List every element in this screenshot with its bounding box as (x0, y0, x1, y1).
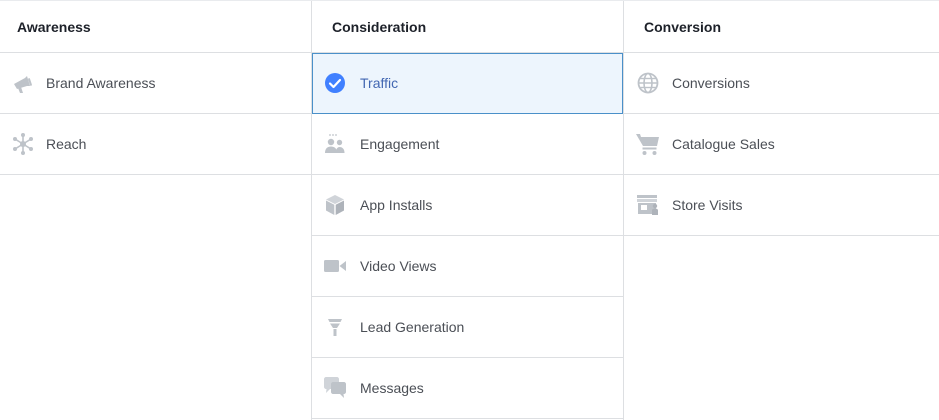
conversion-header: Conversion (624, 1, 939, 53)
objective-video-views[interactable]: Video Views (312, 236, 623, 297)
shopping-cart-icon (635, 131, 661, 157)
objective-label: Traffic (360, 75, 399, 91)
objective-catalogue-sales[interactable]: Catalogue Sales (624, 114, 939, 175)
box-icon (322, 192, 348, 218)
conversion-column: Conversion Conversions Catalogue Sales S… (624, 1, 939, 420)
consideration-column: Consideration Traffic Engagement App Ins… (311, 1, 624, 420)
objective-label: App Installs (360, 197, 433, 213)
check-circle-icon (322, 70, 348, 96)
network-icon (10, 131, 36, 157)
objective-label: Brand Awareness (46, 75, 156, 91)
objective-label: Conversions (672, 75, 750, 91)
consideration-header: Consideration (312, 1, 623, 53)
objective-label: Video Views (360, 258, 437, 274)
objective-label: Catalogue Sales (672, 136, 775, 152)
objective-reach[interactable]: Reach (0, 114, 311, 175)
objective-store-visits[interactable]: Store Visits (624, 175, 939, 236)
awareness-header: Awareness (0, 1, 311, 53)
people-icon (322, 131, 348, 157)
objective-lead-generation[interactable]: Lead Generation (312, 297, 623, 358)
objective-messages[interactable]: Messages (312, 358, 623, 419)
funnel-icon (322, 314, 348, 340)
storefront-icon (635, 192, 661, 218)
objective-label: Lead Generation (360, 319, 465, 335)
objective-label: Messages (360, 380, 424, 396)
objective-traffic[interactable]: Traffic (312, 53, 623, 114)
objective-label: Reach (46, 136, 87, 152)
objective-brand-awareness[interactable]: Brand Awareness (0, 53, 311, 114)
objective-app-installs[interactable]: App Installs (312, 175, 623, 236)
globe-icon (635, 70, 661, 96)
objective-label: Store Visits (672, 197, 743, 213)
objective-label: Engagement (360, 136, 440, 152)
chat-bubbles-icon (322, 375, 348, 401)
campaign-objective-grid: Awareness Brand Awareness Reach Consider… (0, 0, 939, 420)
awareness-column: Awareness Brand Awareness Reach (0, 1, 311, 420)
megaphone-icon (10, 70, 36, 96)
objective-engagement[interactable]: Engagement (312, 114, 623, 175)
objective-conversions[interactable]: Conversions (624, 53, 939, 114)
video-camera-icon (322, 253, 348, 279)
